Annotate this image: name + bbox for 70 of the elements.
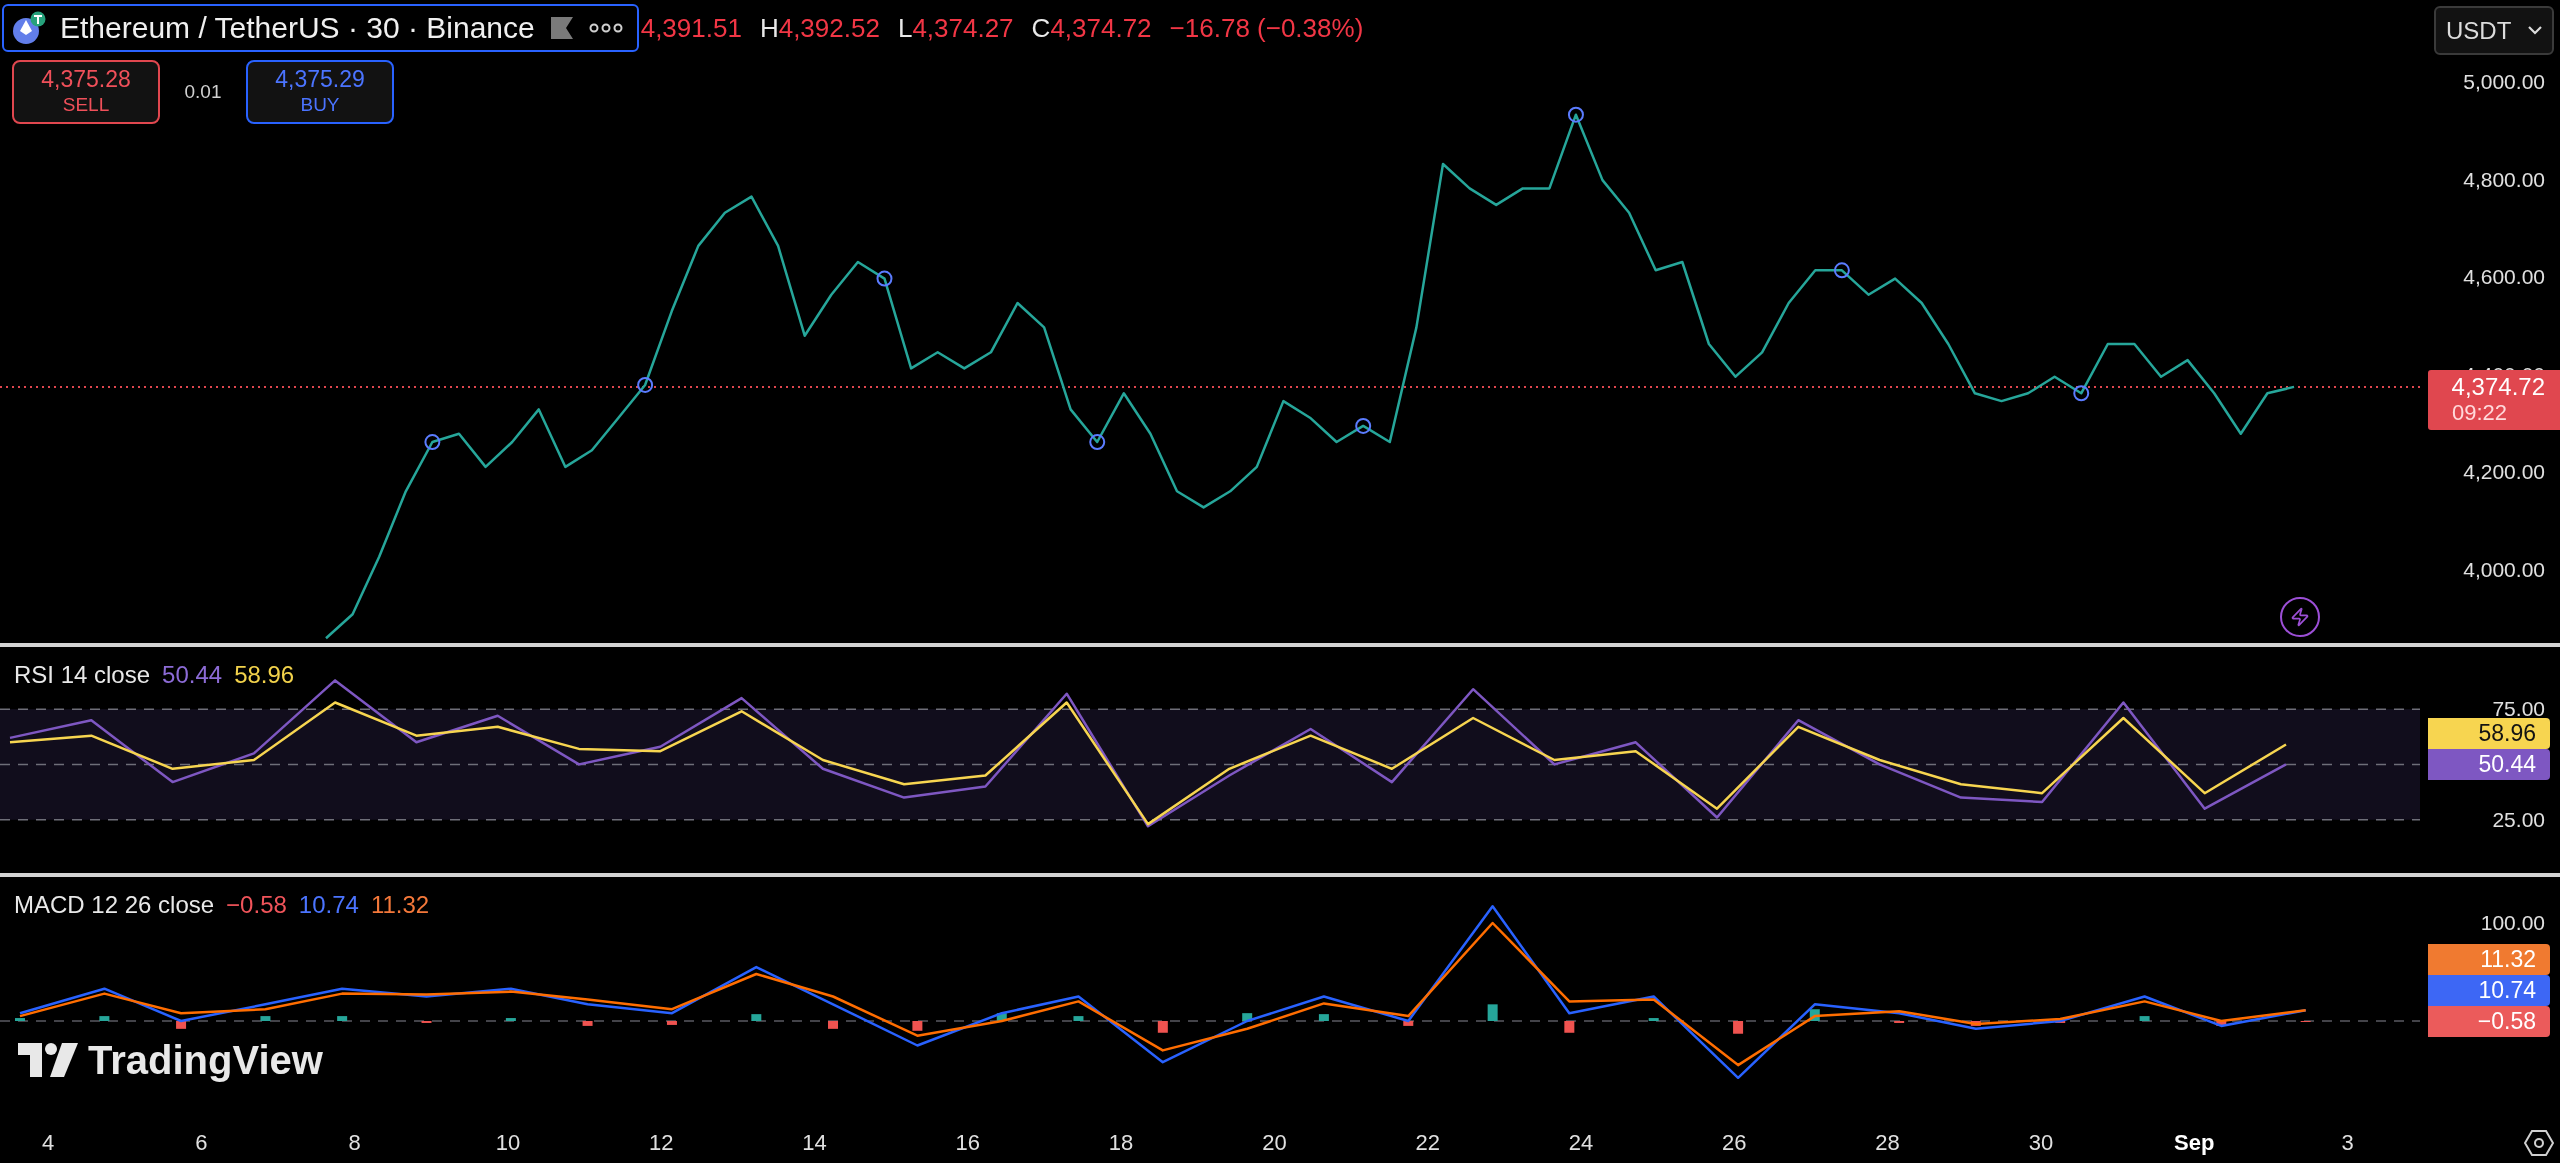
- value-tag: 50.44: [2428, 748, 2550, 780]
- value-tag: 11.32: [2428, 943, 2550, 975]
- date-label: 26: [1722, 1132, 1747, 1154]
- point: [1089, 434, 1106, 451]
- axis-label: 4,200.00: [2463, 464, 2545, 481]
- settings-icon[interactable]: [2524, 1128, 2554, 1158]
- symbol-title: Ethereum / TetherUS · 30 · Binance: [60, 12, 535, 43]
- date-label: 12: [648, 1132, 674, 1154]
- axis-label: 25.00: [2492, 811, 2545, 828]
- date-label: 10: [495, 1132, 521, 1154]
- point: [876, 270, 893, 287]
- ohlc-label: C: [1031, 14, 1051, 41]
- flag-icon: [548, 14, 575, 41]
- ohlc-value: 4,374.27: [912, 14, 1014, 41]
- point: [637, 376, 654, 393]
- lightning-icon: [2290, 607, 2310, 627]
- date-label: 8: [348, 1132, 361, 1154]
- indicator-value: 58.96: [234, 663, 295, 687]
- buy-button[interactable]: 4,375.29 BUY: [246, 60, 394, 124]
- axis-label: 5,000.00: [2463, 74, 2545, 90]
- value-tag: 10.74: [2428, 974, 2550, 1006]
- symbol-chip[interactable]: Ethereum / TetherUS · 30 · Binance: [2, 3, 639, 52]
- coin-icon: [12, 10, 46, 45]
- date-label: 28: [1875, 1132, 1900, 1154]
- logo-text: TradingView: [88, 1040, 323, 1080]
- ohlc-value: 4,374.72: [1050, 14, 1152, 41]
- price-change: −16.78 (−0.38%): [1169, 14, 1364, 41]
- ohlc-label: L: [897, 14, 913, 41]
- lightning-button[interactable]: [2280, 597, 2320, 637]
- event-markers[interactable]: [424, 106, 2090, 451]
- value-tag: −0.58: [2428, 1005, 2550, 1037]
- date-label: 18: [1108, 1132, 1134, 1154]
- sell-button[interactable]: 4,375.28 SELL: [12, 60, 160, 124]
- indicator-value: −0.58: [226, 893, 287, 917]
- date-label: 3: [2341, 1132, 2354, 1154]
- axis-label: 4,600.00: [2463, 269, 2545, 286]
- indicator-value: 50.44: [162, 663, 223, 687]
- value-tag: 58.96: [2428, 717, 2550, 749]
- currency-dropdown[interactable]: USDT: [2434, 6, 2554, 55]
- spread-value: 0.01: [183, 79, 223, 104]
- indicator-title: MACD 12 26 close: [14, 893, 215, 917]
- chevron-icon: [2528, 26, 2542, 35]
- point: [424, 434, 441, 451]
- date-label: 14: [802, 1132, 827, 1154]
- date-label: Sep: [2174, 1132, 2215, 1154]
- axis-label: 4,000.00: [2463, 561, 2545, 578]
- indicator-value: 10.74: [298, 893, 359, 917]
- date-label: 20: [1262, 1132, 1287, 1154]
- point: [1355, 417, 1372, 434]
- date-label: 24: [1568, 1132, 1594, 1154]
- bar-countdown: 09:22: [2451, 399, 2508, 426]
- point: [1833, 262, 1850, 279]
- point: [1567, 106, 1584, 123]
- axis-label: 100.00: [2480, 915, 2545, 931]
- date-label: 6: [195, 1132, 208, 1154]
- logo-icon: [18, 1043, 78, 1077]
- last-price: 4,374.72: [2451, 373, 2545, 400]
- ohlc-value: 4,391.51: [640, 14, 742, 41]
- ohlc-value: 4,392.52: [778, 14, 880, 41]
- point: [2073, 385, 2090, 402]
- more-icon: [588, 21, 623, 34]
- date-label: 4: [41, 1132, 55, 1154]
- ohlc-label: H: [759, 14, 779, 41]
- indicator-value: 11.32: [370, 893, 430, 917]
- axis-label: 4,800.00: [2463, 171, 2545, 188]
- date-label: 22: [1415, 1132, 1440, 1154]
- indicator-title: RSI 14 close: [14, 663, 151, 687]
- axis-label: 75.00: [2492, 701, 2545, 718]
- date-label: 16: [955, 1132, 981, 1154]
- date-label: 30: [2028, 1132, 2054, 1154]
